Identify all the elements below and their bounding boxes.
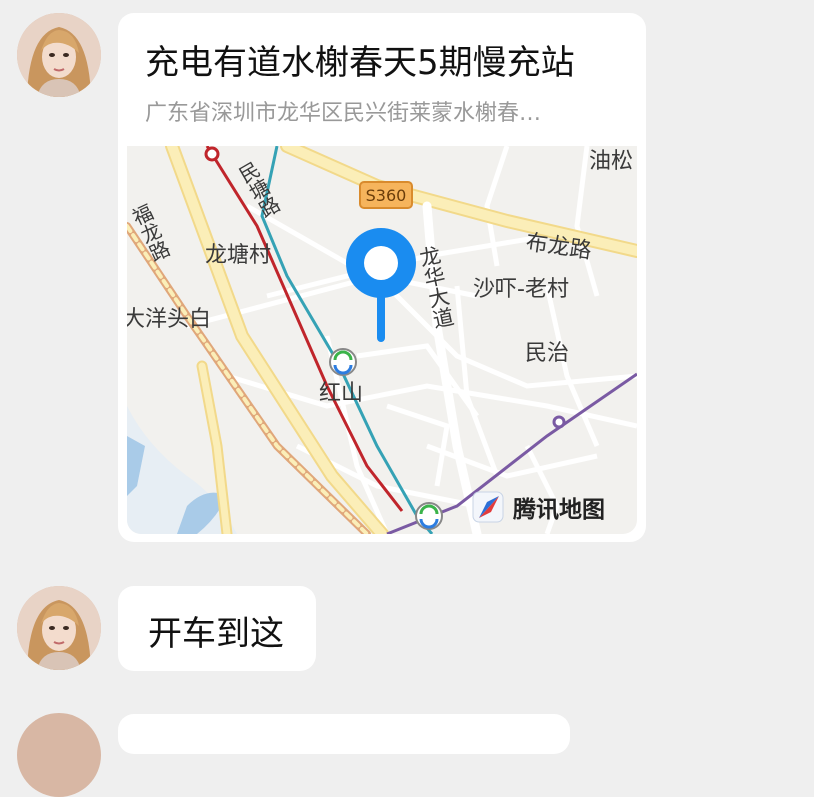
location-card[interactable]: 充电有道水榭春天5期慢充站 广东省深圳市龙华区民兴街莱蒙水榭春… S360 油松… xyxy=(118,13,646,542)
sender-avatar[interactable] xyxy=(17,586,101,670)
avatar-photo xyxy=(17,13,101,97)
map-label-minzhi: 民治 xyxy=(525,341,569,366)
text-message-bubble[interactable]: 开车到这 xyxy=(118,586,316,671)
sender-avatar[interactable] xyxy=(17,713,101,797)
metro-station-icon xyxy=(415,502,443,530)
location-address: 广东省深圳市龙华区民兴街莱蒙水榭春… xyxy=(145,101,542,126)
map-label-youson: 油松 xyxy=(589,149,633,174)
map-label-longtang-village: 龙塘村 xyxy=(205,243,271,268)
text-message-bubble[interactable] xyxy=(118,714,570,754)
message-text: 开车到这 xyxy=(148,614,284,654)
map-label-s360: S360 xyxy=(366,186,407,205)
location-title: 充电有道水榭春天5期慢充站 xyxy=(145,43,575,83)
sender-avatar[interactable] xyxy=(17,13,101,97)
avatar-photo xyxy=(17,586,101,670)
metro-station-icon xyxy=(329,348,357,376)
map-label-hongshan: 红山 xyxy=(319,381,363,406)
location-map[interactable]: S360 油松 布龙路 龙塘村 沙吓-老村 大洋头白 民治 红山 民塘路 福龙路… xyxy=(127,146,637,534)
map-label-shaxia-village: 沙吓-老村 xyxy=(473,277,569,302)
map-provider-badge: 腾讯地图 xyxy=(472,491,605,523)
map-provider-label: 腾讯地图 xyxy=(513,497,605,523)
map-label-dayangtoubai: 大洋头白 xyxy=(127,307,211,332)
